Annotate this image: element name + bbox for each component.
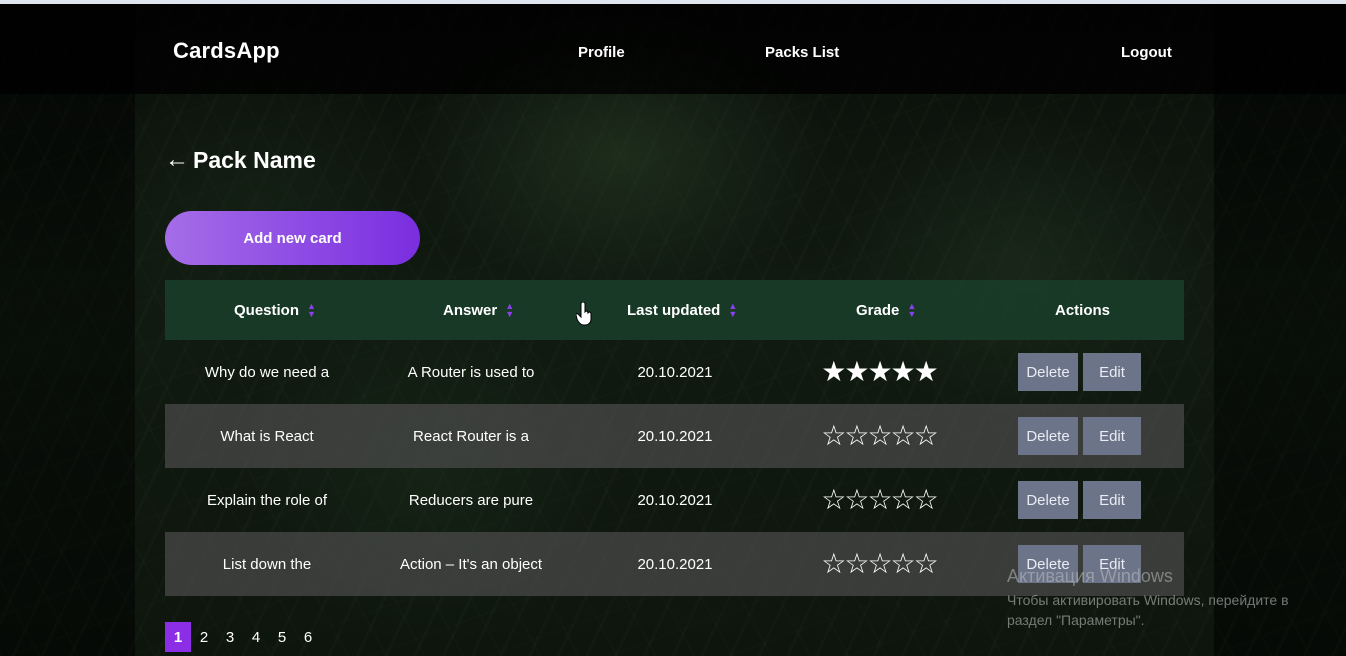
- sort-arrows-icon[interactable]: ▲ ▼: [728, 302, 737, 319]
- question-cell: What is React: [220, 427, 314, 445]
- delete-button[interactable]: Delete: [1018, 353, 1078, 391]
- column-grade[interactable]: Grade ▲ ▼: [856, 280, 916, 340]
- add-new-card-button[interactable]: Add new card: [165, 211, 420, 265]
- table-row: What is React React Router is a 20.10.20…: [165, 404, 1184, 468]
- delete-button[interactable]: Delete: [1018, 417, 1078, 455]
- windows-activation-text: Чтобы активировать Windows, перейдите в …: [1007, 592, 1289, 628]
- pagination: 1 2 3 4 5 6: [165, 622, 321, 652]
- question-cell: Why do we need a: [204, 363, 330, 381]
- hand-cursor-icon: [576, 302, 592, 326]
- column-actions: Actions: [1055, 280, 1110, 340]
- table-header: Question ▲ ▼ Answer ▲ ▼ Last updated ▲ ▼ Gr…: [165, 280, 1184, 340]
- column-answer-label: Answer: [443, 301, 498, 319]
- updated-cell: 20.10.2021: [637, 555, 713, 573]
- page-2-button[interactable]: 2: [191, 622, 217, 652]
- column-answer[interactable]: Answer ▲ ▼: [443, 280, 514, 340]
- grade-stars-icon[interactable]: ☆☆☆☆☆: [777, 404, 981, 468]
- nav-packs-list-link[interactable]: Packs List: [765, 44, 839, 61]
- sort-arrows-icon[interactable]: ▲ ▼: [907, 302, 916, 319]
- page-4-button[interactable]: 4: [243, 622, 269, 652]
- answer-cell: Reducers are pure: [408, 491, 534, 509]
- column-last-updated[interactable]: Last updated ▲ ▼: [627, 280, 737, 340]
- column-question[interactable]: Question ▲ ▼: [234, 280, 316, 340]
- app-logo[interactable]: CardsApp: [173, 38, 280, 64]
- answer-cell: Action – It's an object: [399, 555, 543, 573]
- grade-stars-icon[interactable]: ☆☆☆☆☆: [777, 532, 981, 596]
- updated-cell: 20.10.2021: [637, 491, 713, 509]
- column-grade-label: Grade: [856, 301, 900, 319]
- nav-profile-link[interactable]: Profile: [578, 44, 625, 61]
- delete-button[interactable]: Delete: [1018, 481, 1078, 519]
- left-shade: [0, 4, 135, 656]
- column-actions-label: Actions: [1055, 301, 1111, 319]
- column-last-updated-label: Last updated: [627, 301, 721, 319]
- question-cell: List down the: [222, 555, 312, 573]
- back-to-packs[interactable]: ← Pack Name: [165, 146, 316, 174]
- edit-button[interactable]: Edit: [1083, 417, 1141, 455]
- answer-cell: React Router is a: [413, 427, 529, 445]
- cards-table: Question ▲ ▼ Answer ▲ ▼ Last updated ▲ ▼ Gr…: [165, 280, 1184, 596]
- edit-button[interactable]: Edit: [1083, 481, 1141, 519]
- answer-cell: A Router is used to: [407, 363, 535, 381]
- table-row: Explain the role of Reducers are pure 20…: [165, 468, 1184, 532]
- nav-logout-link[interactable]: Logout: [1121, 44, 1172, 61]
- grade-stars-icon[interactable]: ☆☆☆☆☆: [777, 468, 981, 532]
- top-navbar: CardsApp Profile Packs List Logout: [0, 4, 1346, 94]
- page-6-button[interactable]: 6: [295, 622, 321, 652]
- column-question-label: Question: [234, 301, 300, 319]
- page-3-button[interactable]: 3: [217, 622, 243, 652]
- grade-stars-icon[interactable]: ★★★★★: [777, 340, 981, 404]
- pack-title: Pack Name: [193, 146, 316, 173]
- back-arrow-icon[interactable]: ←: [165, 146, 189, 174]
- page-5-button[interactable]: 5: [269, 622, 295, 652]
- edit-button[interactable]: Edit: [1083, 353, 1141, 391]
- windows-activation-title: Активация Windows: [1007, 566, 1173, 586]
- table-row: Why do we need a A Router is used to 20.…: [165, 340, 1184, 404]
- sort-arrows-icon[interactable]: ▲ ▼: [307, 302, 316, 319]
- updated-cell: 20.10.2021: [637, 363, 713, 381]
- question-cell: Explain the role of: [206, 491, 328, 509]
- right-shade: [1214, 4, 1346, 656]
- page-1-button[interactable]: 1: [165, 622, 191, 652]
- updated-cell: 20.10.2021: [637, 427, 713, 445]
- sort-arrows-icon[interactable]: ▲ ▼: [505, 302, 514, 319]
